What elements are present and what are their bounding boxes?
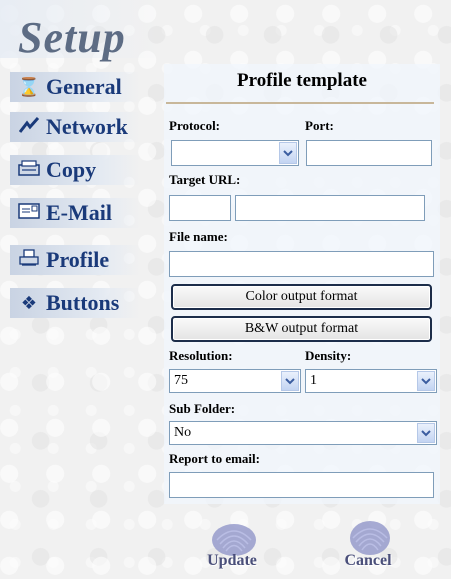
printer-icon (16, 248, 42, 272)
protocol-label: Protocol: (169, 118, 221, 133)
resolution-label: Resolution: (169, 348, 233, 363)
color-output-format-button[interactable]: Color output format (171, 284, 432, 310)
report-email-label: Report to email: (169, 451, 260, 466)
sidebar-item-label: Profile (46, 247, 110, 272)
sidebar-item-label: E-Mail (46, 200, 112, 225)
density-label: Density: (305, 348, 352, 363)
sub-folder-select[interactable]: No (169, 421, 437, 445)
update-button[interactable]: Update (192, 518, 272, 570)
file-name-field[interactable] (169, 251, 434, 277)
cancel-label: Cancel (344, 552, 392, 569)
port-label: Port: (305, 118, 334, 133)
target-url-label: Target URL: (169, 172, 241, 187)
target-url-prefix-field[interactable] (169, 195, 231, 221)
buttons-icon: ❖ (20, 292, 38, 314)
heading-divider (166, 102, 434, 104)
protocol-select[interactable] (171, 140, 299, 166)
sidebar-item-label: Copy (46, 157, 97, 182)
density-select[interactable]: 1 (305, 369, 437, 393)
chevron-down-icon[interactable] (417, 423, 435, 443)
network-icon (16, 116, 42, 138)
sidebar-item-email[interactable]: E-Mail (10, 198, 158, 228)
sub-folder-value: No (174, 425, 192, 440)
target-url-field[interactable] (235, 195, 425, 221)
cancel-button[interactable]: Cancel (328, 518, 408, 570)
panel-heading: Profile template (237, 70, 367, 91)
update-label: Update (207, 552, 257, 569)
density-value: 1 (310, 373, 317, 388)
resolution-value: 75 (174, 373, 188, 388)
chevron-down-icon[interactable] (279, 142, 297, 164)
app-title: Setup (18, 13, 126, 62)
sub-folder-label: Sub Folder: (169, 401, 236, 416)
chevron-down-icon[interactable] (417, 371, 435, 391)
sidebar-item-label: Buttons (46, 290, 120, 315)
hourglass-icon: ⌛ (17, 76, 41, 98)
chevron-down-icon[interactable] (281, 371, 299, 391)
sidebar-item-profile[interactable]: Profile (10, 245, 158, 275)
bw-output-format-button[interactable]: B&W output format (171, 316, 432, 342)
sidebar-item-general[interactable]: ⌛ General (10, 72, 158, 102)
copy-icon (16, 159, 42, 182)
email-icon (16, 202, 42, 225)
file-name-label: File name: (169, 229, 228, 244)
sidebar-item-label: General (46, 74, 122, 99)
report-email-field[interactable] (169, 472, 434, 498)
sidebar-item-label: Network (46, 114, 128, 139)
sidebar-item-network[interactable]: Network (10, 112, 158, 142)
resolution-select[interactable]: 75 (169, 369, 301, 393)
sidebar-item-copy[interactable]: Copy (10, 155, 158, 185)
port-field[interactable] (306, 140, 432, 166)
sidebar-item-buttons[interactable]: ❖ Buttons (10, 288, 158, 318)
